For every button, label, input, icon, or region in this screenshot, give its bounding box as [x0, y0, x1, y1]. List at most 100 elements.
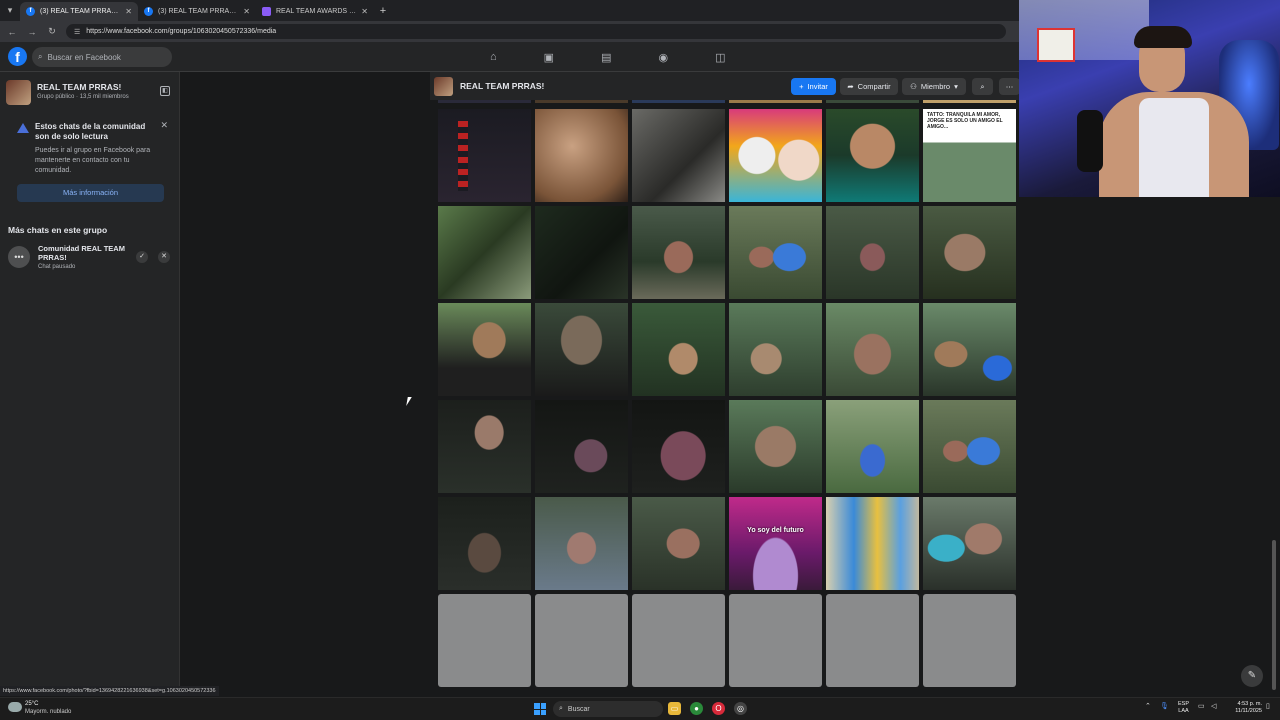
url-field[interactable]: ☰ https://www.facebook.com/groups/106302… [66, 24, 1006, 39]
media-thumbnail[interactable] [438, 100, 531, 103]
media-thumbnail[interactable] [729, 109, 822, 202]
clock-date: 11/11/2025 [1235, 708, 1262, 714]
media-thumbnail[interactable] [632, 100, 725, 103]
media-thumbnail[interactable] [923, 400, 1016, 493]
media-thumbnail[interactable] [438, 206, 531, 299]
media-thumbnail[interactable] [535, 100, 628, 103]
clock-time: 4:53 p. m. [1237, 701, 1262, 707]
media-thumbnail[interactable] [729, 206, 822, 299]
media-thumbnail[interactable] [826, 303, 919, 396]
close-icon[interactable]: ✕ [160, 120, 168, 131]
media-thumbnail[interactable] [923, 497, 1016, 590]
cloud-icon[interactable] [8, 702, 22, 712]
media-thumbnail[interactable] [826, 109, 919, 202]
media-thumbnail[interactable] [729, 100, 822, 103]
share-button[interactable]: ➦ Compartir [840, 78, 898, 95]
media-thumbnail[interactable] [729, 400, 822, 493]
media-thumbnail[interactable] [438, 303, 531, 396]
video-icon[interactable]: ▣ [544, 51, 554, 64]
file-explorer-icon[interactable]: ▭ [668, 702, 681, 715]
media-thumbnail[interactable] [438, 497, 531, 590]
media-thumbnail[interactable] [535, 497, 628, 590]
facebook-logo-icon[interactable]: f [8, 47, 27, 66]
group-name[interactable]: REAL TEAM PRRAS! [37, 82, 121, 92]
obs-icon[interactable]: ◎ [734, 702, 747, 715]
share-label: Compartir [857, 82, 891, 91]
gaming-icon[interactable]: ◫ [715, 51, 725, 64]
reload-icon[interactable]: ↻ [46, 26, 58, 37]
back-icon[interactable]: ← [6, 27, 18, 37]
check-icon[interactable]: ✓ [136, 251, 148, 263]
opera-icon[interactable]: O [712, 702, 725, 715]
chrome-icon[interactable]: ● [690, 702, 703, 715]
forms-icon [262, 7, 271, 16]
page-scrollbar[interactable] [1272, 540, 1276, 690]
member-button[interactable]: ⚇ Miembro ▾ [902, 78, 966, 95]
language-indicator[interactable]: ESP LAA [1178, 701, 1189, 715]
media-thumbnail[interactable] [826, 400, 919, 493]
media-thumbnail[interactable] [826, 497, 919, 590]
url-text: https://www.facebook.com/groups/10630204… [86, 28, 277, 35]
media-thumbnail[interactable]: Yo soy del futuro [729, 497, 822, 590]
tab-real-team-prras[interactable]: f (3) REAL TEAM PRRAS! | Facebo ✕ [20, 2, 138, 21]
weather-temperature[interactable]: 25°C [25, 701, 38, 707]
facebook-search-input[interactable]: ⌕ Buscar en Facebook [32, 47, 172, 67]
close-icon[interactable]: ✕ [243, 7, 250, 16]
media-thumbnail[interactable] [826, 100, 919, 103]
notification-icon[interactable]: ▯ [1266, 702, 1270, 710]
microphone-icon [1077, 110, 1103, 172]
media-thumbnail[interactable] [632, 206, 725, 299]
invite-label: Invitar [807, 82, 828, 91]
volume-icon[interactable]: ◁ [1211, 702, 1216, 710]
windows-start-icon[interactable] [534, 703, 546, 715]
tab-real-team-awards[interactable]: REAL TEAM AWARDS (Pre-nom ✕ [256, 2, 374, 21]
chat-item[interactable]: ••• Comunidad REAL TEAM PRRAS! Chat paus… [8, 244, 173, 272]
tab-title: REAL TEAM AWARDS (Pre-nom [276, 8, 356, 15]
site-info-icon[interactable]: ☰ [74, 28, 80, 36]
compose-message-icon[interactable]: ✎ [1241, 665, 1263, 687]
media-thumbnail[interactable] [632, 109, 725, 202]
tab-search-icon[interactable]: ▾ [0, 0, 20, 21]
close-icon[interactable]: ✕ [158, 251, 170, 263]
tab-real-team-prras-pre[interactable]: f (3) REAL TEAM PRRAS! | PRE-N ✕ [138, 2, 256, 21]
tab-title: (3) REAL TEAM PRRAS! | Facebo [40, 8, 120, 15]
forward-icon[interactable]: → [26, 27, 38, 37]
close-icon[interactable]: ✕ [361, 7, 368, 16]
media-thumbnail[interactable] [632, 400, 725, 493]
more-info-button[interactable]: Más información [17, 184, 164, 202]
media-thumbnail[interactable] [535, 303, 628, 396]
taskbar-search-input[interactable]: ⌕ Buscar [553, 701, 663, 717]
more-icon: ⋯ [1005, 82, 1014, 91]
network-icon[interactable]: ▭ [1198, 702, 1205, 710]
webcam-poster [1037, 28, 1075, 62]
media-thumbnail[interactable] [438, 109, 531, 202]
group-search-button[interactable]: ⌕ [972, 78, 993, 95]
more-options-button[interactable]: ⋯ [999, 78, 1020, 95]
media-thumbnail[interactable] [535, 206, 628, 299]
media-thumbnail[interactable] [826, 206, 919, 299]
media-thumbnail[interactable] [923, 303, 1016, 396]
collapse-panel-icon[interactable]: ◧ [160, 86, 170, 96]
media-thumbnail[interactable]: TATTO: TRANQUILA MI AMOR, JORGE ES SOLO … [923, 109, 1016, 202]
system-clock[interactable]: 4:53 p. m. 11/11/2025 [1228, 701, 1262, 715]
media-thumbnail[interactable] [535, 109, 628, 202]
group-name[interactable]: REAL TEAM PRRAS! [460, 81, 544, 91]
close-icon[interactable]: ✕ [125, 7, 132, 16]
media-thumbnail[interactable] [438, 400, 531, 493]
invite-button[interactable]: + Invitar [791, 78, 836, 95]
media-thumbnail[interactable] [632, 497, 725, 590]
marketplace-icon[interactable]: ▤ [601, 51, 611, 64]
media-thumbnail[interactable] [923, 206, 1016, 299]
chevron-up-icon[interactable]: ⌃ [1145, 702, 1151, 710]
weather-description[interactable]: Mayorm. nublado [25, 709, 71, 715]
mic-tray-icon[interactable]: 🎙 [1160, 702, 1169, 710]
media-thumbnail[interactable] [729, 303, 822, 396]
media-thumbnail[interactable] [923, 100, 1016, 103]
media-thumbnail[interactable] [632, 303, 725, 396]
media-thumbnail[interactable] [535, 400, 628, 493]
groups-icon[interactable]: ◉ [658, 51, 668, 64]
home-icon[interactable]: ⌂ [490, 51, 497, 63]
group-header[interactable]: REAL TEAM PRRAS! Grupo público · 13,5 mi… [6, 80, 174, 106]
new-tab-button[interactable]: + [374, 2, 392, 21]
group-avatar[interactable] [434, 77, 453, 96]
